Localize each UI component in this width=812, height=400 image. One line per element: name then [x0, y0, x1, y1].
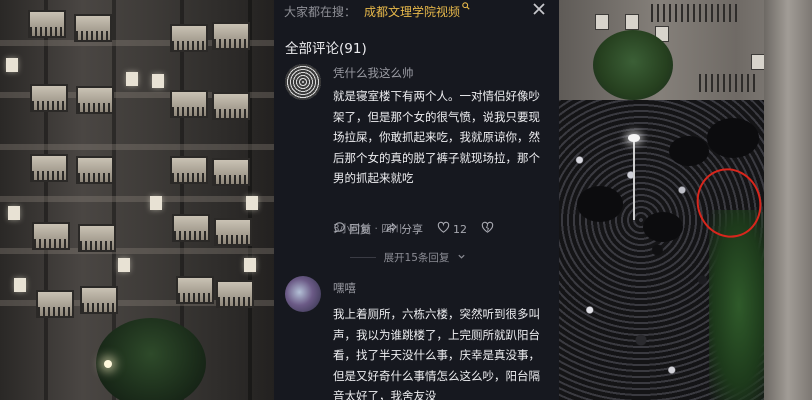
window: [625, 14, 639, 30]
comment-actions-row: 回复 分享 12: [333, 221, 494, 237]
balcony: [212, 158, 250, 186]
window: [126, 72, 138, 86]
share-label: 分享: [401, 223, 423, 236]
trending-search-term[interactable]: 成都文理学院视频: [364, 3, 460, 20]
balcony: [32, 222, 70, 250]
share-button[interactable]: 分享: [385, 221, 423, 237]
balcony: [76, 156, 114, 184]
window: [150, 196, 162, 210]
balcony: [76, 86, 114, 114]
comment-username[interactable]: 凭什么我这么帅: [333, 65, 414, 81]
street-lamp: [104, 360, 112, 368]
balcony-railing: [651, 4, 741, 22]
tree: [709, 210, 769, 400]
foreground-wall: [764, 0, 812, 400]
balcony: [170, 24, 208, 52]
comment-text: 我上着厕所，六栋六楼，突然听到很多叫声，我以为谁跳楼了，上完厕所就趴阳台看，找了…: [333, 307, 540, 400]
umbrella: [669, 136, 709, 166]
umbrella: [643, 212, 683, 242]
floor-divider: [0, 196, 274, 202]
divider: [349, 257, 376, 258]
comments-count-title: 全部评论(91): [285, 41, 367, 57]
balcony: [80, 286, 118, 314]
balcony: [170, 90, 208, 118]
umbrella: [577, 186, 623, 222]
floor-divider: [0, 144, 274, 150]
reply-label: 回复: [349, 223, 371, 236]
balcony: [30, 154, 68, 182]
trending-search-prefix: 大家都在搜：: [284, 4, 357, 19]
trending-search-bar[interactable]: 大家都在搜： 成都文理学院视频: [284, 0, 544, 22]
window: [152, 74, 164, 88]
balcony: [212, 22, 250, 50]
balcony: [216, 280, 254, 308]
share-icon: [385, 221, 398, 237]
balcony: [36, 290, 74, 318]
search-icon: [462, 1, 470, 13]
close-icon[interactable]: [531, 2, 547, 18]
lamp-post: [633, 140, 635, 220]
window: [595, 14, 609, 30]
reply-button[interactable]: 回复: [333, 221, 371, 237]
window: [6, 58, 18, 72]
like-count: 12: [453, 222, 467, 236]
balcony: [28, 10, 66, 38]
balcony: [176, 276, 214, 304]
lamp-light: [628, 134, 640, 142]
balcony: [170, 156, 208, 184]
comment-icon: [333, 221, 346, 237]
window: [14, 278, 26, 292]
chevron-down-icon: [457, 252, 466, 264]
balcony: [78, 224, 116, 252]
right-photo-crowd: [559, 0, 812, 400]
dislike-button[interactable]: [481, 221, 494, 237]
left-photo-dormitory: [0, 0, 274, 400]
tree: [593, 30, 673, 100]
balcony: [172, 214, 210, 242]
expand-replies-label: 展开15条回复: [383, 252, 450, 264]
comment-panel: 大家都在搜： 成都文理学院视频 全部评论(91) 凭什么我这么帅 就是寝室楼下有…: [274, 0, 559, 400]
window: [118, 258, 130, 272]
window: [246, 196, 258, 210]
heart-icon: [437, 221, 450, 237]
balcony: [30, 84, 68, 112]
expand-replies-button[interactable]: 展开15条回复: [274, 250, 542, 265]
umbrella: [707, 118, 759, 158]
dislike-heart-icon: [481, 221, 494, 237]
balcony-railing: [699, 74, 755, 92]
avatar[interactable]: [285, 64, 321, 100]
window: [244, 258, 256, 272]
tree: [96, 318, 206, 400]
comment-item: 嘿嘻 我上着厕所，六栋六楼，突然听到很多叫声，我以为谁跳楼了，上完厕所就趴阳台看…: [285, 276, 553, 400]
balcony: [214, 218, 252, 246]
comment-text: 就是寝室楼下有两个人。一对情侣好像吵架了，但是那个女的很气愤，说我只要现场拉屎，…: [333, 89, 540, 185]
like-button[interactable]: 12: [437, 221, 467, 237]
window: [8, 206, 20, 220]
window: [751, 54, 765, 70]
balcony: [74, 14, 112, 42]
balcony: [212, 92, 250, 120]
comment-username[interactable]: 嘿嘻: [333, 280, 356, 296]
avatar[interactable]: [285, 276, 321, 312]
